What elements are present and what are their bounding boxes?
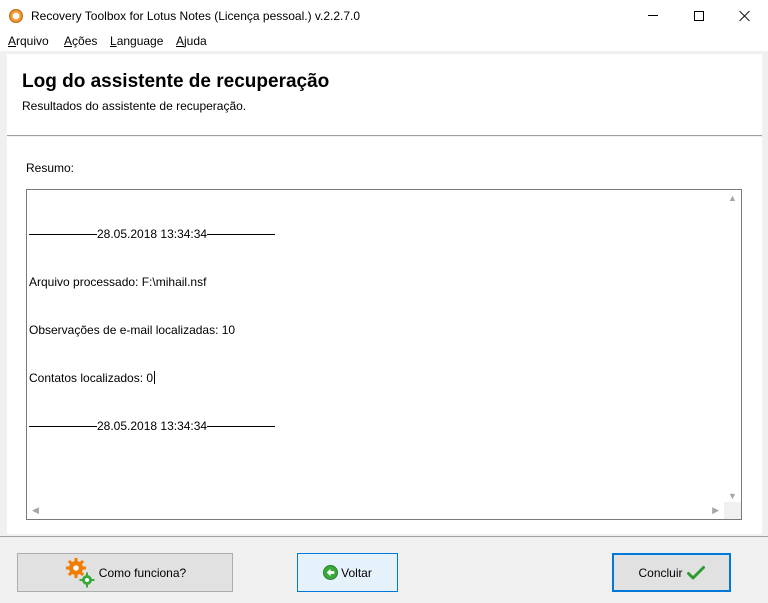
text-caret <box>154 371 156 384</box>
back-button[interactable]: Voltar <box>297 553 398 592</box>
separator-dash <box>207 233 276 235</box>
menu-arquivo[interactable]: Arquivo <box>8 34 49 48</box>
page-title: Log do assistente de recuperação <box>22 71 330 92</box>
scroll-up-icon[interactable]: ▲ <box>728 193 737 203</box>
log-content: 28.05.2018 13:34:34 Arquivo processado: … <box>29 194 276 466</box>
menu-bar: Arquivo Ações Language Ajuda <box>0 31 768 51</box>
gears-icon <box>65 557 95 587</box>
window-title: Recovery Toolbox for Lotus Notes (Licenç… <box>31 9 361 23</box>
title-bar: Recovery Toolbox for Lotus Notes (Licenç… <box>0 0 768 31</box>
menu-acoes[interactable]: Ações <box>64 34 97 48</box>
minimize-icon <box>648 15 658 16</box>
separator-dash <box>29 425 97 427</box>
separator-dash <box>207 425 276 427</box>
log-timestamp: 28.05.2018 13:34:34 <box>97 419 208 433</box>
log-line-contacts: Contatos localizados: 0 <box>29 370 275 386</box>
scroll-corner <box>724 502 741 519</box>
app-logo-icon <box>9 9 23 23</box>
horizontal-scrollbar[interactable]: ◀ ▶ <box>27 502 724 519</box>
page-subtitle: Resultados do assistente de recuperação. <box>22 99 247 113</box>
menu-language[interactable]: Language <box>110 34 163 48</box>
log-line-contacts-text: Contatos localizados: 0 <box>29 371 154 385</box>
back-arrow-icon <box>323 565 339 580</box>
summary-label: Resumo: <box>26 161 75 175</box>
how-it-works-label: Como funciona? <box>98 565 187 580</box>
finish-button[interactable]: Concluir <box>612 553 731 592</box>
maximize-icon <box>694 10 704 21</box>
scroll-down-icon[interactable]: ▼ <box>728 491 737 501</box>
wizard-content: Resumo: 28.05.2018 13:34:34 Arquivo proc… <box>7 137 762 534</box>
log-separator-top: 28.05.2018 13:34:34 <box>29 226 276 242</box>
minimize-button[interactable] <box>630 0 676 31</box>
maximize-button[interactable] <box>676 0 722 31</box>
log-textarea[interactable]: 28.05.2018 13:34:34 Arquivo processado: … <box>26 189 742 520</box>
log-line-notes: Observações de e-mail localizadas: 10 <box>29 323 236 337</box>
how-it-works-button[interactable]: Como funciona? <box>17 553 233 592</box>
log-line-file: Arquivo processado: F:\mihail.nsf <box>29 275 207 289</box>
finish-label: Concluir <box>638 565 683 580</box>
close-icon <box>739 10 751 22</box>
close-button[interactable] <box>722 0 768 31</box>
vertical-scrollbar[interactable]: ▲ ▼ <box>724 190 741 503</box>
footer-divider <box>0 536 768 537</box>
log-timestamp: 28.05.2018 13:34:34 <box>97 227 208 241</box>
wizard-header: Log do assistente de recuperação Resulta… <box>7 54 762 136</box>
separator-dash <box>29 233 97 235</box>
checkmark-icon <box>686 565 705 579</box>
back-label: Voltar <box>341 565 372 580</box>
menu-ajuda[interactable]: Ajuda <box>176 34 207 48</box>
scroll-right-icon[interactable]: ▶ <box>712 505 719 516</box>
scroll-left-icon[interactable]: ◀ <box>32 505 39 516</box>
log-separator-bottom: 28.05.2018 13:34:34 <box>29 418 276 434</box>
